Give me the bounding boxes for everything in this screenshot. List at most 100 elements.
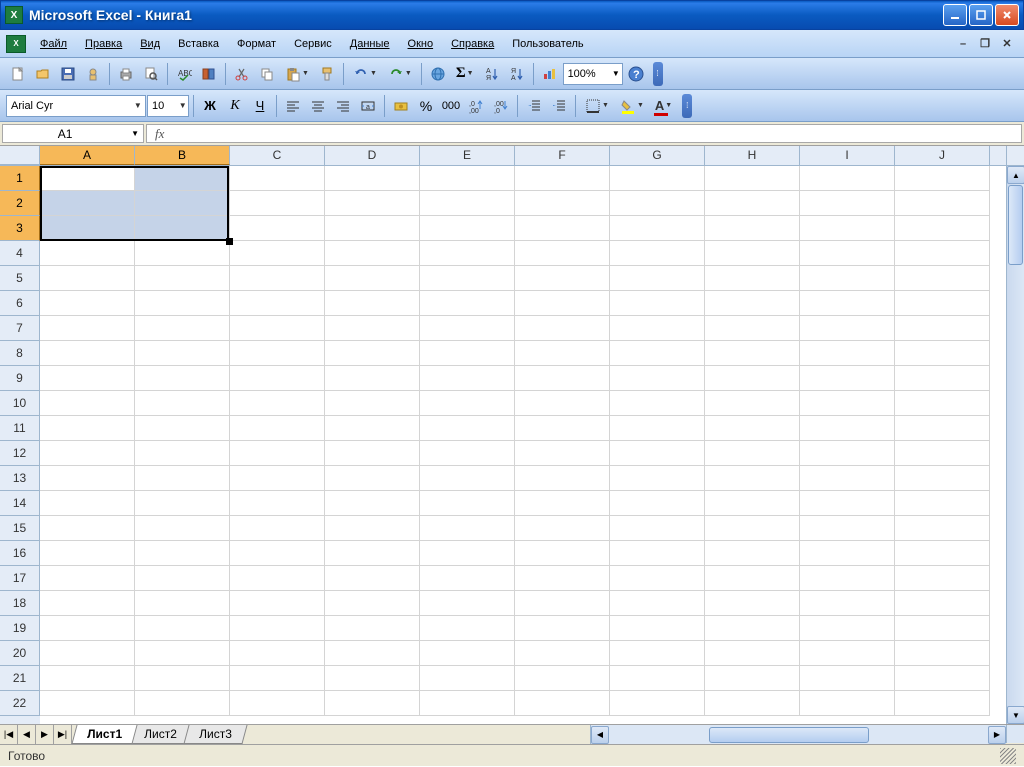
cell-F21[interactable]: [515, 666, 610, 691]
row-header-14[interactable]: 14: [0, 491, 40, 516]
row-header-6[interactable]: 6: [0, 291, 40, 316]
cell-F3[interactable]: [515, 216, 610, 241]
cell-G9[interactable]: [610, 366, 705, 391]
font-size-input[interactable]: [148, 100, 177, 112]
name-box[interactable]: ▼: [2, 124, 144, 143]
font-size-selector[interactable]: ▼: [147, 95, 189, 117]
cell-A8[interactable]: [40, 341, 135, 366]
cell-J7[interactable]: [895, 316, 990, 341]
cell-C3[interactable]: [230, 216, 325, 241]
row-header-11[interactable]: 11: [0, 416, 40, 441]
cell-C20[interactable]: [230, 641, 325, 666]
cell-A14[interactable]: [40, 491, 135, 516]
name-box-dropdown-icon[interactable]: ▼: [127, 129, 143, 138]
increase-indent-button[interactable]: [547, 94, 571, 118]
cell-J5[interactable]: [895, 266, 990, 291]
decrease-decimal-button[interactable]: ,00,0: [489, 94, 513, 118]
menu-format[interactable]: Формат: [229, 35, 284, 53]
menu-data[interactable]: Данные: [342, 35, 398, 53]
column-header-H[interactable]: H: [705, 146, 800, 165]
cell-G12[interactable]: [610, 441, 705, 466]
chart-wizard-button[interactable]: [538, 62, 562, 86]
cell-E4[interactable]: [420, 241, 515, 266]
cell-D5[interactable]: [325, 266, 420, 291]
cell-B9[interactable]: [135, 366, 230, 391]
cell-A5[interactable]: [40, 266, 135, 291]
cell-E1[interactable]: [420, 166, 515, 191]
cell-H7[interactable]: [705, 316, 800, 341]
cell-I1[interactable]: [800, 166, 895, 191]
cell-J10[interactable]: [895, 391, 990, 416]
font-input[interactable]: [7, 100, 131, 112]
row-header-9[interactable]: 9: [0, 366, 40, 391]
cell-F18[interactable]: [515, 591, 610, 616]
cell-J14[interactable]: [895, 491, 990, 516]
cell-E18[interactable]: [420, 591, 515, 616]
cell-C5[interactable]: [230, 266, 325, 291]
cell-B7[interactable]: [135, 316, 230, 341]
cell-A4[interactable]: [40, 241, 135, 266]
cell-C19[interactable]: [230, 616, 325, 641]
cell-J18[interactable]: [895, 591, 990, 616]
cell-B11[interactable]: [135, 416, 230, 441]
cell-H11[interactable]: [705, 416, 800, 441]
cell-J11[interactable]: [895, 416, 990, 441]
cell-A12[interactable]: [40, 441, 135, 466]
cells-area[interactable]: [40, 166, 1006, 724]
cell-E9[interactable]: [420, 366, 515, 391]
row-header-19[interactable]: 19: [0, 616, 40, 641]
cut-button[interactable]: [230, 62, 254, 86]
cell-H19[interactable]: [705, 616, 800, 641]
cell-H5[interactable]: [705, 266, 800, 291]
cell-B12[interactable]: [135, 441, 230, 466]
cell-D7[interactable]: [325, 316, 420, 341]
cell-B16[interactable]: [135, 541, 230, 566]
toolbar-options-icon[interactable]: ⁞: [682, 94, 692, 118]
format-painter-button[interactable]: [315, 62, 339, 86]
menu-edit[interactable]: Правка: [77, 35, 130, 53]
tab-nav-next-button[interactable]: ▶: [36, 725, 54, 744]
cell-J13[interactable]: [895, 466, 990, 491]
cell-B5[interactable]: [135, 266, 230, 291]
save-button[interactable]: [56, 62, 80, 86]
cell-C10[interactable]: [230, 391, 325, 416]
cell-F11[interactable]: [515, 416, 610, 441]
cell-C7[interactable]: [230, 316, 325, 341]
row-header-12[interactable]: 12: [0, 441, 40, 466]
fill-color-button[interactable]: ▼: [615, 94, 649, 118]
zoom-selector[interactable]: ▼: [563, 63, 623, 85]
cell-C8[interactable]: [230, 341, 325, 366]
cell-F6[interactable]: [515, 291, 610, 316]
cell-H9[interactable]: [705, 366, 800, 391]
scroll-up-button[interactable]: ▲: [1007, 166, 1024, 184]
currency-button[interactable]: [389, 94, 413, 118]
cell-F13[interactable]: [515, 466, 610, 491]
cell-D10[interactable]: [325, 391, 420, 416]
cell-B10[interactable]: [135, 391, 230, 416]
cell-H16[interactable]: [705, 541, 800, 566]
cell-I6[interactable]: [800, 291, 895, 316]
cell-D4[interactable]: [325, 241, 420, 266]
cell-I17[interactable]: [800, 566, 895, 591]
cell-I11[interactable]: [800, 416, 895, 441]
doc-minimize-button[interactable]: –: [956, 37, 970, 51]
cell-J6[interactable]: [895, 291, 990, 316]
cell-E13[interactable]: [420, 466, 515, 491]
cell-F12[interactable]: [515, 441, 610, 466]
cell-D12[interactable]: [325, 441, 420, 466]
cell-E12[interactable]: [420, 441, 515, 466]
cell-H21[interactable]: [705, 666, 800, 691]
cell-F5[interactable]: [515, 266, 610, 291]
cell-I13[interactable]: [800, 466, 895, 491]
tab-nav-first-button[interactable]: |◀: [0, 725, 18, 744]
cell-A19[interactable]: [40, 616, 135, 641]
cell-E6[interactable]: [420, 291, 515, 316]
cell-E5[interactable]: [420, 266, 515, 291]
menu-tools[interactable]: Сервис: [286, 35, 340, 53]
cell-A18[interactable]: [40, 591, 135, 616]
cell-J21[interactable]: [895, 666, 990, 691]
cell-D2[interactable]: [325, 191, 420, 216]
cell-C12[interactable]: [230, 441, 325, 466]
paste-button[interactable]: ▼: [280, 62, 314, 86]
cell-C6[interactable]: [230, 291, 325, 316]
